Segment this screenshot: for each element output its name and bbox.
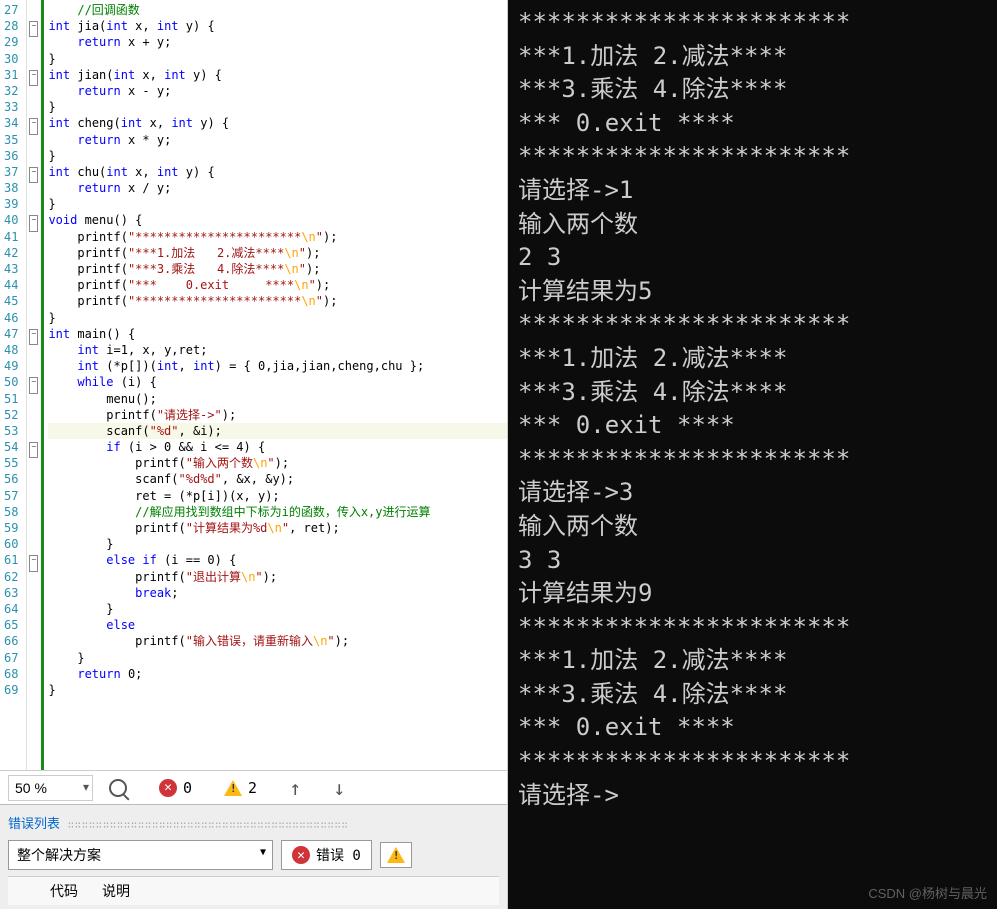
console-line: 输入两个数 <box>518 510 987 544</box>
code-lines[interactable]: //回调函数int jia(int x, int y) { return x +… <box>41 0 507 770</box>
code-line[interactable]: scanf("%d", &i); <box>48 423 507 439</box>
code-line[interactable]: void menu() { <box>48 212 507 228</box>
chevron-down-icon: ▼ <box>260 847 266 858</box>
console-line: 请选择->3 <box>518 476 987 510</box>
code-line[interactable]: printf("***********************\n"); <box>48 229 507 245</box>
code-line[interactable]: } <box>48 601 507 617</box>
editor-panel: 2728293031323334353637383940414243444546… <box>0 0 508 909</box>
code-line[interactable]: scanf("%d%d", &x, &y); <box>48 471 507 487</box>
code-line[interactable]: return 0; <box>48 666 507 682</box>
code-line[interactable]: return x * y; <box>48 132 507 148</box>
code-line[interactable]: } <box>48 536 507 552</box>
error-icon: ✕ <box>159 779 177 797</box>
fold-column[interactable]: −−−−−−−−− <box>27 0 41 770</box>
code-line[interactable]: printf("输入两个数\n"); <box>48 455 507 471</box>
console-line: 计算结果为5 <box>518 275 987 309</box>
console-line: *** 0.exit **** <box>518 711 987 745</box>
code-line[interactable]: int i=1, x, y,ret; <box>48 342 507 358</box>
code-line[interactable]: int cheng(int x, int y) { <box>48 115 507 131</box>
console-line: *********************** <box>518 745 987 779</box>
code-line[interactable]: } <box>48 99 507 115</box>
console-line: 请选择-> <box>518 779 987 813</box>
nav-down-icon[interactable]: ↓ <box>333 776 345 800</box>
console-line: ***3.乘法 4.除法**** <box>518 73 987 107</box>
warning-icon <box>387 847 405 863</box>
code-line[interactable]: printf("***3.乘法 4.除法****\n"); <box>48 261 507 277</box>
zoom-combo[interactable]: ▼ <box>8 775 93 801</box>
error-list-title: 错误列表 ∷∷∷∷∷∷∷∷∷∷∷∷∷∷∷∷∷∷∷∷∷∷∷∷∷∷∷∷∷∷∷∷∷∷∷… <box>8 809 499 840</box>
code-line[interactable]: printf("计算结果为%d\n", ret); <box>48 520 507 536</box>
console-line: ***1.加法 2.减法**** <box>518 40 987 74</box>
console-line: *********************** <box>518 443 987 477</box>
code-line[interactable]: printf("请选择->"); <box>48 407 507 423</box>
code-line[interactable]: printf("退出计算\n"); <box>48 569 507 585</box>
code-line[interactable]: int jia(int x, int y) { <box>48 18 507 34</box>
error-list-panel: 错误列表 ∷∷∷∷∷∷∷∷∷∷∷∷∷∷∷∷∷∷∷∷∷∷∷∷∷∷∷∷∷∷∷∷∷∷∷… <box>0 804 507 909</box>
editor-status-bar: ▼ ✕ 0 2 ↑ ↓ <box>0 770 507 804</box>
code-line[interactable]: return x / y; <box>48 180 507 196</box>
console-line: *** 0.exit **** <box>518 409 987 443</box>
code-line[interactable]: } <box>48 51 507 67</box>
watermark: CSDN @杨树与晨光 <box>868 885 987 903</box>
chevron-down-icon: ▼ <box>83 782 89 793</box>
warnings-filter-button[interactable] <box>380 842 412 868</box>
zoom-input[interactable] <box>8 775 93 801</box>
console-line: ***1.加法 2.减法**** <box>518 644 987 678</box>
nav-up-icon[interactable]: ↑ <box>289 776 301 800</box>
code-line[interactable]: } <box>48 650 507 666</box>
console-output[interactable]: **************************1.加法 2.减法*****… <box>508 0 997 909</box>
console-line: 3 3 <box>518 544 987 578</box>
code-line[interactable]: } <box>48 682 507 698</box>
console-line: *********************** <box>518 611 987 645</box>
error-toolbar: 整个解决方案 ▼ ✕ 错误 0 <box>8 840 499 876</box>
warning-count[interactable]: 2 <box>224 779 257 797</box>
code-line[interactable]: //解应用找到数组中下标为i的函数，传入x,y进行运算 <box>48 504 507 520</box>
console-line: ***3.乘法 4.除法**** <box>518 376 987 410</box>
code-line[interactable]: } <box>48 310 507 326</box>
console-line: *********************** <box>518 140 987 174</box>
code-line[interactable]: } <box>48 196 507 212</box>
console-line: ***3.乘法 4.除法**** <box>518 678 987 712</box>
code-line[interactable]: return x - y; <box>48 83 507 99</box>
code-line[interactable]: break; <box>48 585 507 601</box>
error-count[interactable]: ✕ 0 <box>159 779 192 797</box>
line-gutter: 2728293031323334353637383940414243444546… <box>0 0 27 770</box>
console-line: *********************** <box>518 6 987 40</box>
code-line[interactable]: printf("***1.加法 2.减法****\n"); <box>48 245 507 261</box>
warning-icon <box>224 780 242 796</box>
find-icon[interactable] <box>109 779 127 797</box>
code-line[interactable]: //回调函数 <box>48 2 507 18</box>
console-line: *********************** <box>518 308 987 342</box>
code-line[interactable]: int (*p[])(int, int) = { 0,jia,jian,chen… <box>48 358 507 374</box>
console-line: 计算结果为9 <box>518 577 987 611</box>
error-columns-header: 代码 说明 <box>8 876 499 905</box>
code-line[interactable]: ret = (*p[i])(x, y); <box>48 488 507 504</box>
code-line[interactable]: printf("***********************\n"); <box>48 293 507 309</box>
col-desc[interactable]: 说明 <box>90 881 142 901</box>
console-line: ***1.加法 2.减法**** <box>518 342 987 376</box>
console-line: 请选择->1 <box>518 174 987 208</box>
code-line[interactable]: int main() { <box>48 326 507 342</box>
code-line[interactable]: else <box>48 617 507 633</box>
code-editor[interactable]: 2728293031323334353637383940414243444546… <box>0 0 507 770</box>
error-icon: ✕ <box>292 846 310 864</box>
col-code[interactable]: 代码 <box>38 881 90 901</box>
code-line[interactable]: menu(); <box>48 391 507 407</box>
errors-filter-button[interactable]: ✕ 错误 0 <box>281 840 372 870</box>
code-line[interactable]: return x + y; <box>48 34 507 50</box>
code-line[interactable]: int chu(int x, int y) { <box>48 164 507 180</box>
code-line[interactable]: while (i) { <box>48 374 507 390</box>
scope-combo[interactable]: 整个解决方案 ▼ <box>8 840 273 870</box>
code-line[interactable]: } <box>48 148 507 164</box>
console-line: *** 0.exit **** <box>518 107 987 141</box>
code-line[interactable]: else if (i == 0) { <box>48 552 507 568</box>
code-line[interactable]: if (i > 0 && i <= 4) { <box>48 439 507 455</box>
code-line[interactable]: printf("输入错误，请重新输入\n"); <box>48 633 507 649</box>
code-line[interactable]: int jian(int x, int y) { <box>48 67 507 83</box>
code-line[interactable]: printf("*** 0.exit ****\n"); <box>48 277 507 293</box>
console-line: 2 3 <box>518 241 987 275</box>
console-line: 输入两个数 <box>518 208 987 242</box>
